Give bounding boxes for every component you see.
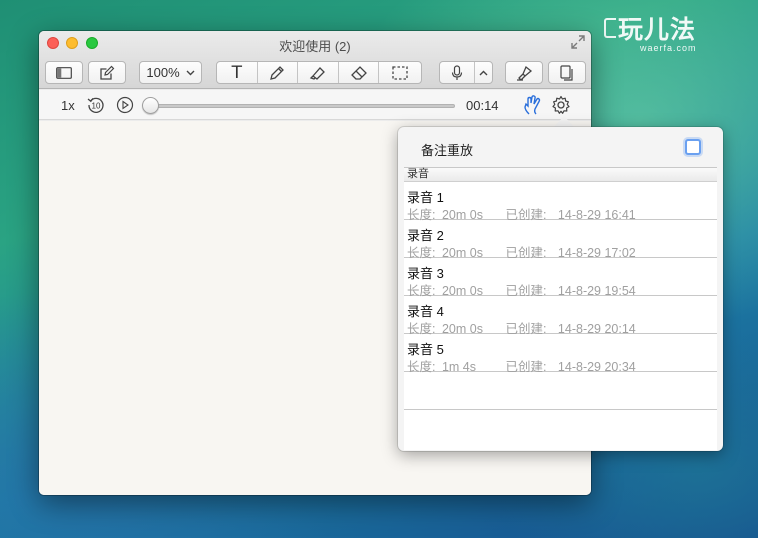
highlighter-icon: [309, 66, 325, 80]
elapsed-time: 00:14: [466, 98, 499, 113]
playback-track[interactable]: [149, 104, 455, 108]
hand-pointer-icon[interactable]: [523, 94, 543, 116]
dashed-selection-icon: [392, 65, 408, 80]
length-label: 长度:: [407, 360, 436, 374]
eraser-icon: [350, 65, 367, 80]
microphone-icon: [451, 64, 463, 80]
highlighter-tool-button[interactable]: [298, 62, 339, 83]
created-label: 已创建:: [505, 360, 547, 374]
replay-notes-row: 备注重放: [398, 127, 723, 167]
watermark-main: 玩儿法: [618, 15, 697, 44]
record-segment: [439, 61, 493, 84]
replay-notes-checkbox[interactable]: [685, 139, 701, 155]
chevron-up-icon: [479, 70, 488, 75]
record-button[interactable]: [440, 62, 475, 83]
stamp-icon: [517, 65, 533, 81]
recording-row[interactable]: 录音 3 长度: 20m 0s 已创建: 14-8-29 19:54: [404, 258, 717, 298]
playback-bar: 1x 10 00:14: [39, 90, 591, 120]
drawing-tools-segment: T: [216, 61, 422, 84]
chevron-down-icon: [186, 70, 195, 75]
playback-speed-button[interactable]: 1x: [61, 98, 75, 113]
recording-created: 14-8-29 20:34: [557, 360, 636, 374]
playback-settings-popover: 备注重放 录音 录音 1 长度: 20m 0s 已创建: 14-8-29 16:…: [398, 127, 723, 451]
pen-icon: [270, 65, 285, 80]
recording-row[interactable]: 录音 1 长度: 20m 0s 已创建: 14-8-29 16:41: [404, 182, 717, 222]
sidebar-icon: [56, 66, 72, 79]
compose-button[interactable]: [88, 61, 126, 84]
recording-row[interactable]: 录音 5 长度: 1m 4s 已创建: 14-8-29 20:34: [404, 334, 717, 375]
recording-row[interactable]: 录音 4 长度: 20m 0s 已创建: 14-8-29 20:14: [404, 296, 717, 336]
zoom-select[interactable]: 100%: [139, 61, 202, 84]
eraser-tool-button[interactable]: [339, 62, 380, 83]
rewind-10-icon[interactable]: 10: [86, 95, 106, 115]
fullscreen-icon[interactable]: [571, 35, 585, 49]
recordings-list: 录音 录音 1 长度: 20m 0s 已创建: 14-8-29 16:41 录音…: [404, 167, 717, 450]
compose-icon: [100, 65, 115, 80]
recordings-list-header: 录音: [404, 168, 717, 182]
svg-text:10: 10: [92, 102, 101, 111]
pages-button[interactable]: [548, 61, 586, 84]
pages-icon: [560, 64, 573, 81]
text-tool-button[interactable]: T: [217, 62, 258, 83]
selection-tool-button[interactable]: [379, 62, 421, 83]
recordings-popover-button[interactable]: [475, 62, 492, 83]
watermark-logo: 玩儿法 waerfa.com: [604, 10, 754, 58]
pen-tool-button[interactable]: [258, 62, 299, 83]
window-title: 欢迎使用 (2): [279, 39, 351, 54]
replay-notes-label: 备注重放: [421, 143, 474, 158]
gear-icon[interactable]: [551, 95, 571, 115]
play-icon[interactable]: [116, 96, 134, 114]
recording-row[interactable]: 录音 2 长度: 20m 0s 已创建: 14-8-29 17:02: [404, 220, 717, 260]
playback-slider-knob[interactable]: [142, 97, 159, 114]
sidebar-toggle-button[interactable]: [45, 61, 83, 84]
recording-length: 1m 4s: [441, 360, 477, 374]
watermark-badge-icon: [604, 18, 616, 38]
empty-row: [404, 372, 717, 410]
stamp-button[interactable]: [505, 61, 543, 84]
recording-meta: 长度: 1m 4s 已创建: 14-8-29 20:34: [407, 356, 636, 375]
watermark-sub: waerfa.com: [640, 43, 697, 53]
titlebar: 欢迎使用 (2) 100% T: [39, 31, 591, 89]
text-tool-icon: T: [231, 62, 242, 83]
zoom-value: 100%: [146, 65, 180, 80]
